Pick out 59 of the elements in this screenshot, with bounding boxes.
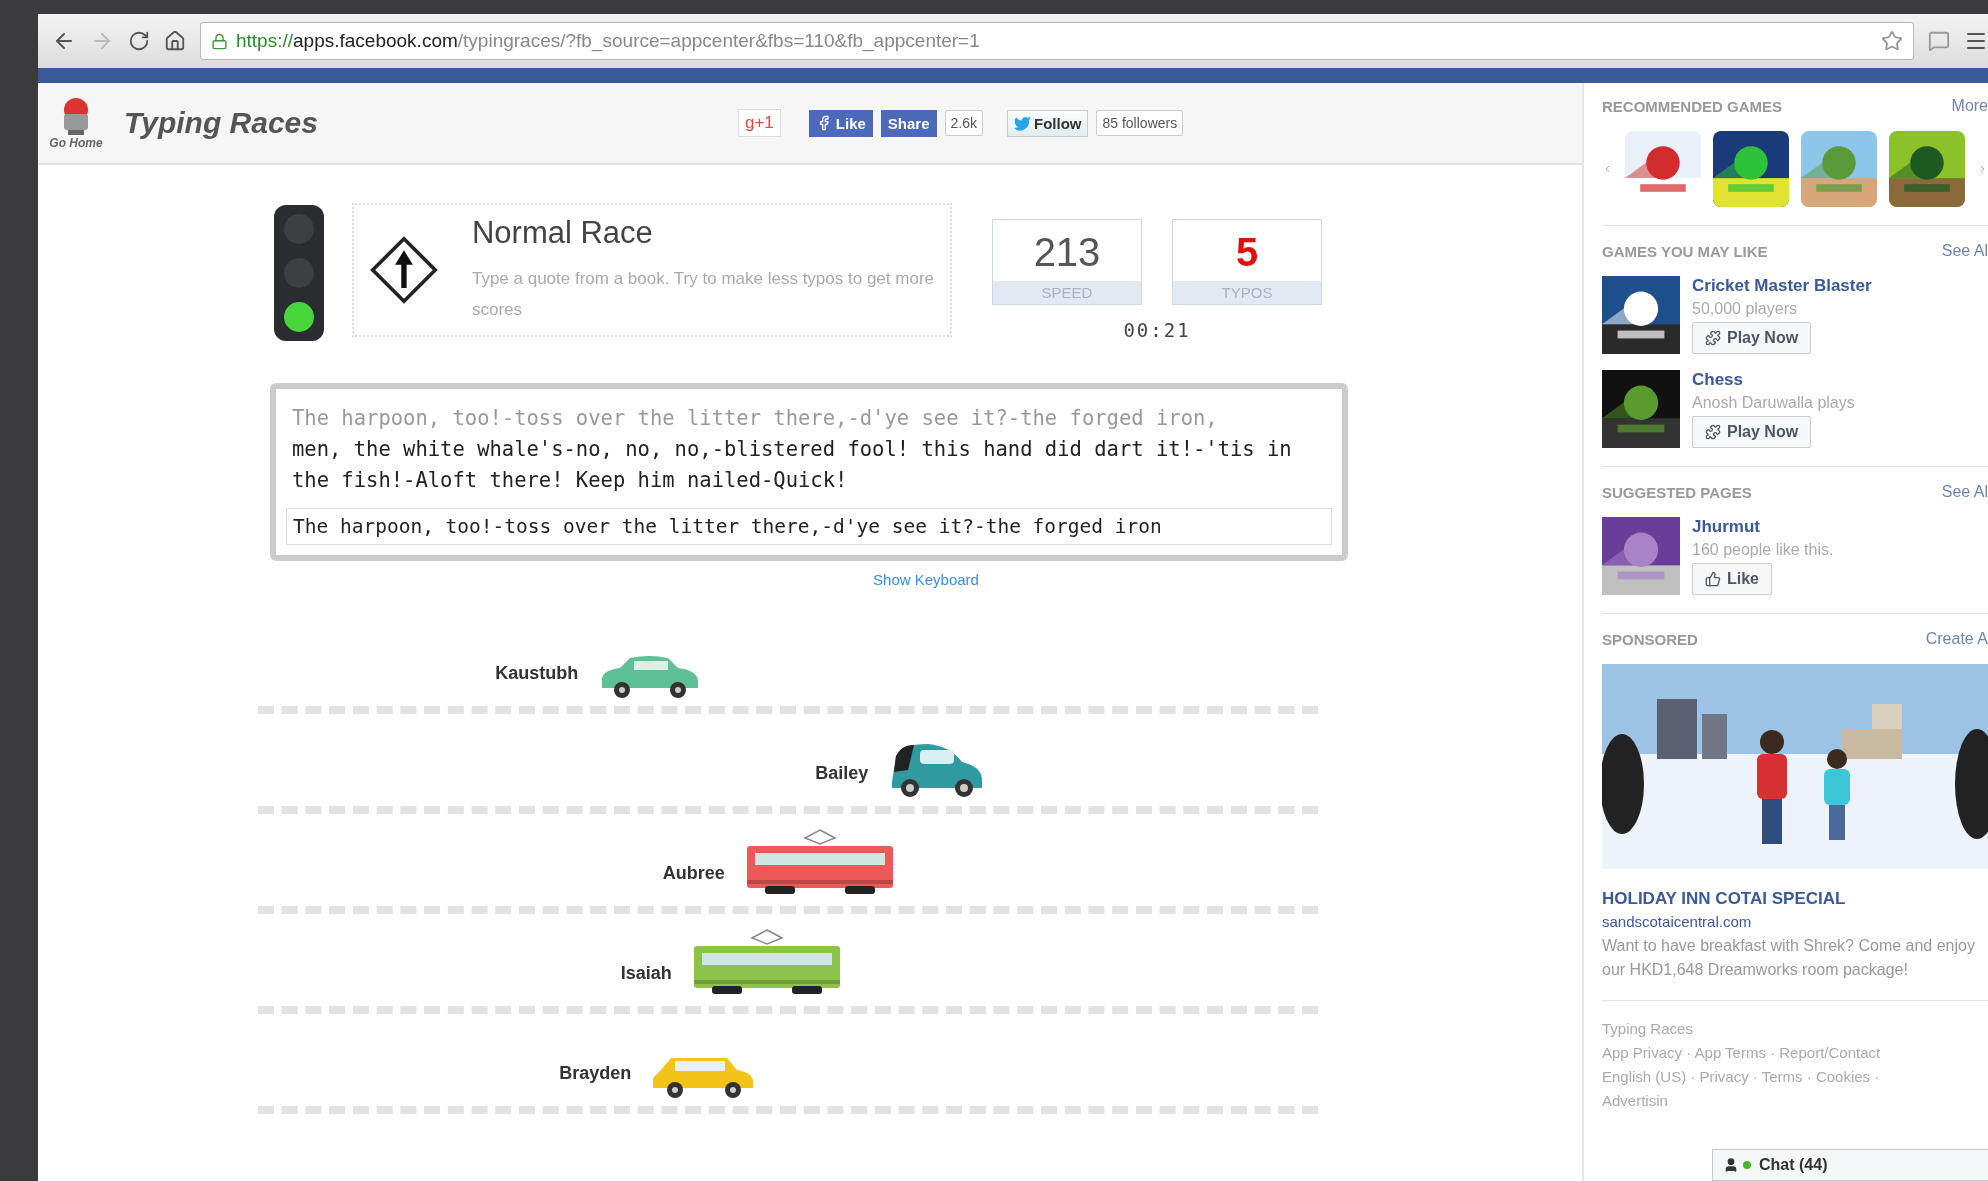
typos-label: TYPOS	[1173, 281, 1321, 304]
like-button[interactable]: Like	[808, 109, 873, 137]
puzzle-icon	[1705, 424, 1721, 440]
reload-icon[interactable]	[128, 30, 150, 52]
url-text: https://apps.facebook.com/typingraces/?fb_source=appcenter&fbs=110&fb_appcenter=1	[236, 30, 980, 52]
racer-name: Kaustubh	[495, 663, 579, 684]
create-ad-link[interactable]: Create A	[1925, 630, 1988, 648]
section-heading: RECOMMENDED GAMES	[1602, 97, 1782, 115]
go-home-link[interactable]: Go Home	[49, 136, 103, 150]
ad-text: Want to have breakfast with Shrek? Come and enjoy our HKD1,648 Dreamworks room package!	[1602, 936, 1976, 980]
google-plus-button[interactable]: g+1	[737, 109, 781, 137]
see-all-link[interactable]: See Al	[1941, 483, 1988, 501]
bird-icon	[1014, 114, 1031, 132]
lock-icon	[211, 32, 228, 50]
home-icon[interactable]	[164, 30, 186, 52]
chat-bar[interactable]: Chat (44)	[1712, 1149, 1988, 1181]
quote-text: The harpoon, too!-toss over the litter there,-d'ye see it?-the forged iron, men, the white whale's-no, no, no,-blistered fool! this hand did dart it!-'tis in the fish!-Aloft there! Keep him nailed-Quick!	[291, 405, 1293, 494]
address-bar[interactable]: https://apps.facebook.com/typingraces/?fb_source=appcenter&fbs=110&fb_appcenter=1	[200, 22, 1914, 60]
see-all-link[interactable]: See Al	[1941, 242, 1988, 260]
game-subtitle: 50,000 players	[1692, 300, 1797, 318]
app-title: Typing Races	[124, 106, 318, 140]
speed-value: 213	[1033, 229, 1101, 276]
play-now-button[interactable]: Play Now	[1692, 416, 1812, 448]
show-keyboard-link[interactable]: Show Keyboard	[387, 571, 1465, 588]
typing-input[interactable]: The harpoon, too!-toss over the litter there,-d'ye see it?-the forged iron	[286, 508, 1332, 545]
chat-label: Chat (44)	[1759, 1156, 1828, 1174]
race-mode-description: Type a quote from a book. Try to make less typos to get more scores	[471, 268, 934, 321]
puzzle-icon	[1705, 330, 1721, 346]
racer-name: Brayden	[559, 1063, 632, 1084]
thumbs-up-icon	[1705, 571, 1721, 587]
racer-name: Isaiah	[620, 963, 672, 984]
game-title[interactable]: Chess	[1692, 370, 1744, 390]
footer-links: English (US) · Privacy · Terms · Cookies ·	[1602, 1067, 1881, 1087]
speed-label: SPEED	[993, 281, 1141, 304]
follow-button[interactable]: Follow	[1007, 109, 1089, 137]
more-link[interactable]: More	[1951, 97, 1988, 115]
bookmark-star-icon[interactable]	[1881, 30, 1903, 52]
typos-value: 5	[1235, 229, 1259, 276]
play-now-button[interactable]: Play Now	[1692, 322, 1812, 354]
followers-count: 85 followers	[1096, 110, 1184, 136]
footer-app-name: Typing Races	[1602, 1019, 1694, 1039]
section-heading: SUGGESTED PAGES	[1602, 483, 1752, 501]
race-mode-title: Normal Race	[471, 215, 654, 251]
section-heading: GAMES YOU MAY LIKE	[1602, 242, 1768, 260]
footer-links: App Privacy · App Terms · Report/Contact	[1602, 1043, 1882, 1063]
page-title[interactable]: Jhurmut	[1692, 517, 1760, 537]
game-subtitle: Anosh Daruwalla plays	[1692, 394, 1855, 412]
share-button[interactable]: Share	[880, 109, 937, 137]
page-likes: 160 people like this.	[1692, 541, 1834, 559]
like-page-button[interactable]: Like	[1692, 563, 1772, 595]
game-title[interactable]: Cricket Master Blaster	[1692, 276, 1872, 296]
race-timer: 00:21	[1123, 319, 1191, 341]
share-count: 2.6k	[944, 110, 983, 136]
ad-title[interactable]: HOLIDAY INN COTAI SPECIAL	[1602, 889, 1988, 909]
person-icon	[1723, 1157, 1739, 1173]
racer-name: Aubree	[662, 863, 725, 884]
ad-domain[interactable]: sandscotaicentral.com	[1602, 913, 1988, 930]
racer-name: Bailey	[815, 763, 869, 784]
section-heading: SPONSORED	[1602, 630, 1698, 648]
